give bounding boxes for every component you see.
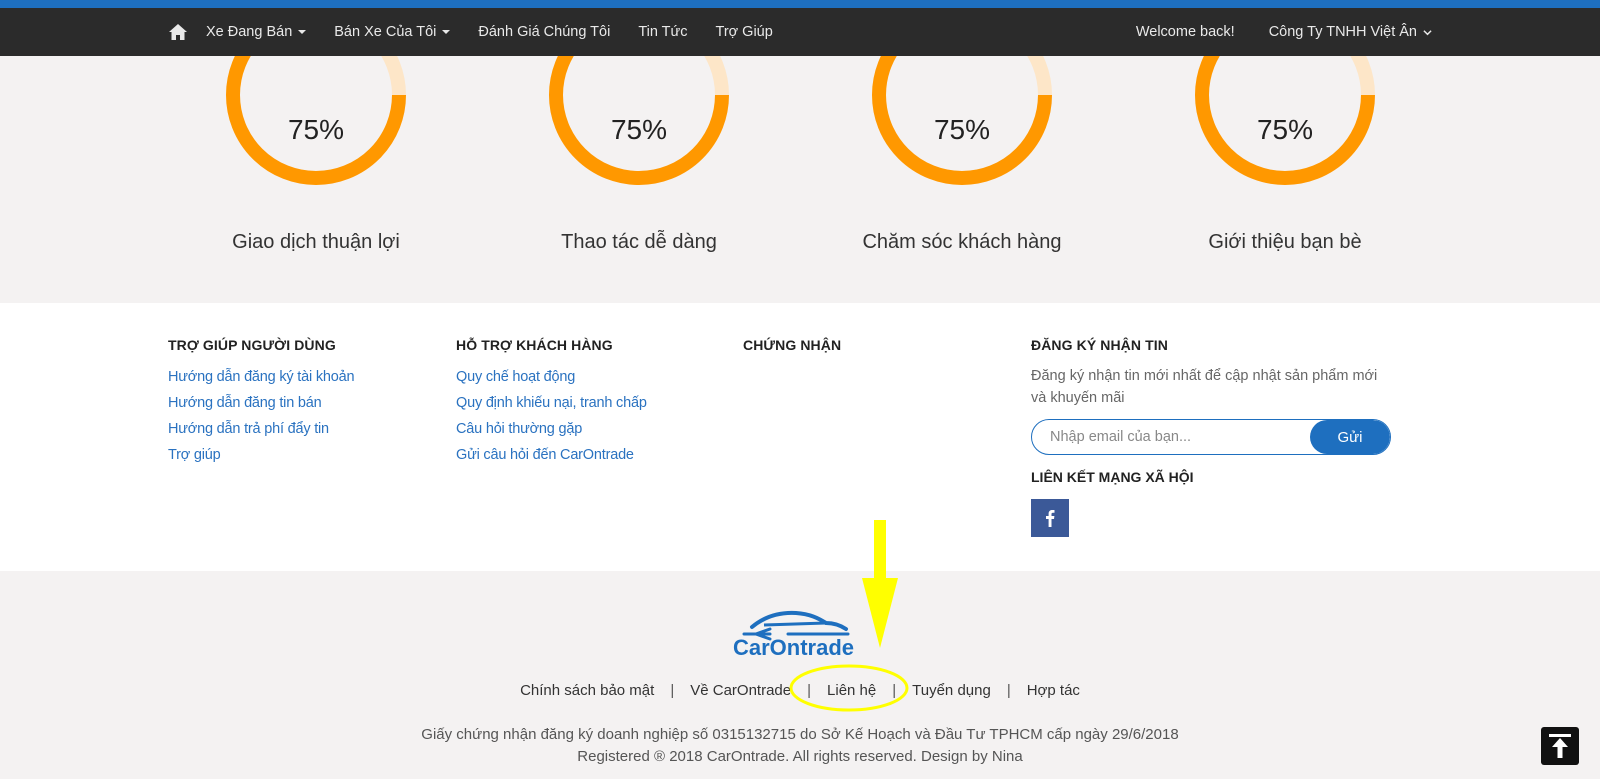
footer-link[interactable]: Hướng dẫn trả phí đẩy tin <box>168 421 354 437</box>
subscribe-form: Gửi <box>1031 419 1391 455</box>
chevron-down-icon <box>1423 29 1432 35</box>
footer-col-title: CHỨNG NHẬN <box>743 337 842 353</box>
stat-title: Chăm sóc khách hàng <box>862 231 1062 253</box>
stat-title: Giao dịch thuận lợi <box>232 231 400 253</box>
send-button[interactable]: Gửi <box>1310 420 1390 454</box>
stat-value: 75% <box>933 114 991 145</box>
nav-item-tro-giup[interactable]: Trợ Giúp <box>716 24 773 40</box>
stat-value: 75% <box>1256 114 1314 145</box>
footer-link[interactable]: Quy chế hoạt động <box>456 369 647 385</box>
stats-section: 75% Giao dịch thuận lợi 75% Thao tác dễ … <box>0 56 1600 303</box>
separator: | <box>1006 682 1011 699</box>
caret-down-icon <box>442 30 451 34</box>
business-certificate-text: Giấy chứng nhận đăng ký doanh nghiệp số … <box>421 726 1179 743</box>
arrow-up-icon <box>1549 734 1571 758</box>
stat-title: Giới thiệu bạn bè <box>1208 231 1362 253</box>
stat-value: 75% <box>287 114 345 145</box>
stat-value: 75% <box>610 114 668 145</box>
annotation-arrow-icon <box>862 520 898 648</box>
navbar: Xe Đang Bán Bán Xe Của Tôi Đánh Giá Chún… <box>0 8 1600 56</box>
stat-title: Thao tác dễ dàng <box>561 231 717 253</box>
footer-link[interactable]: Hướng dẫn đăng ký tài khoản <box>168 369 355 385</box>
link-partnership[interactable]: Hợp tác <box>1027 682 1080 699</box>
footer-link[interactable]: Hướng dẫn đăng tin bán <box>168 395 354 411</box>
newsletter-description: Đăng ký nhận tin mới nhất để cập nhật sả… <box>1031 368 1378 406</box>
nav-item-danh-gia[interactable]: Đánh Giá Chúng Tôi <box>478 24 610 40</box>
footer-col-certification: CHỨNG NHẬN <box>743 337 841 369</box>
facebook-glyph <box>1046 510 1055 527</box>
link-careers[interactable]: Tuyển dụng <box>912 682 991 699</box>
nav-user-area: Welcome back! Công Ty TNHH Việt Ân <box>1136 8 1432 56</box>
copyright-text: Registered ® 2018 CarOntrade. All rights… <box>577 748 1023 765</box>
footer-col-newsletter: ĐĂNG KÝ NHẬN TIN Đăng ký nhận tin mới nh… <box>1031 337 1391 537</box>
logo-text[interactable]: CarOntrade <box>733 635 854 661</box>
footer-link[interactable]: Quy định khiếu nại, tranh chấp <box>456 395 647 411</box>
caret-down-icon <box>298 30 307 34</box>
nav-item-tin-tuc[interactable]: Tin Tức <box>638 24 687 40</box>
social-title: LIÊN KẾT MẠNG XÃ HỘI <box>1031 469 1194 485</box>
nav-item-xe-dang-ban[interactable]: Xe Đang Bán <box>206 24 307 40</box>
footer-link[interactable]: Trợ giúp <box>168 447 354 463</box>
nav-menu: Xe Đang Bán Bán Xe Của Tôi Đánh Giá Chún… <box>168 8 801 56</box>
top-accent-bar <box>0 0 1600 8</box>
separator: | <box>670 682 675 699</box>
footer-col-customer-support: HỖ TRỢ KHÁCH HÀNG Quy chế hoạt động Quy … <box>456 337 647 473</box>
nav-item-ban-xe-cua-toi[interactable]: Bán Xe Của Tôi <box>334 24 451 40</box>
home-icon[interactable] <box>168 22 188 42</box>
footer-col-user-help: TRỢ GIÚP NGƯỜI DÙNG Hướng dẫn đăng ký tà… <box>168 337 355 473</box>
footer-link[interactable]: Câu hỏi thường gặp <box>456 421 647 437</box>
facebook-icon[interactable] <box>1031 499 1069 537</box>
footer-col-title: ĐĂNG KÝ NHẬN TIN <box>1031 337 1168 353</box>
company-name: Công Ty TNHH Việt Ân <box>1268 24 1417 40</box>
annotation-ellipse <box>789 664 909 712</box>
footer-link[interactable]: Gửi câu hỏi đến CarOntrade <box>456 447 647 463</box>
footer-links-section: TRỢ GIÚP NGƯỜI DÙNG Hướng dẫn đăng ký tà… <box>0 303 1600 571</box>
back-to-top-button[interactable] <box>1541 727 1579 765</box>
link-privacy-policy[interactable]: Chính sách bảo mật <box>520 682 654 699</box>
footer-col-title: TRỢ GIÚP NGƯỜI DÙNG <box>168 337 336 353</box>
email-input[interactable] <box>1032 420 1310 454</box>
welcome-text: Welcome back! <box>1135 24 1235 40</box>
link-about[interactable]: Về CarOntrade <box>690 682 791 699</box>
company-dropdown[interactable]: Công Ty TNHH Việt Ân <box>1269 24 1432 40</box>
footer-col-title: HỖ TRỢ KHÁCH HÀNG <box>456 337 613 353</box>
